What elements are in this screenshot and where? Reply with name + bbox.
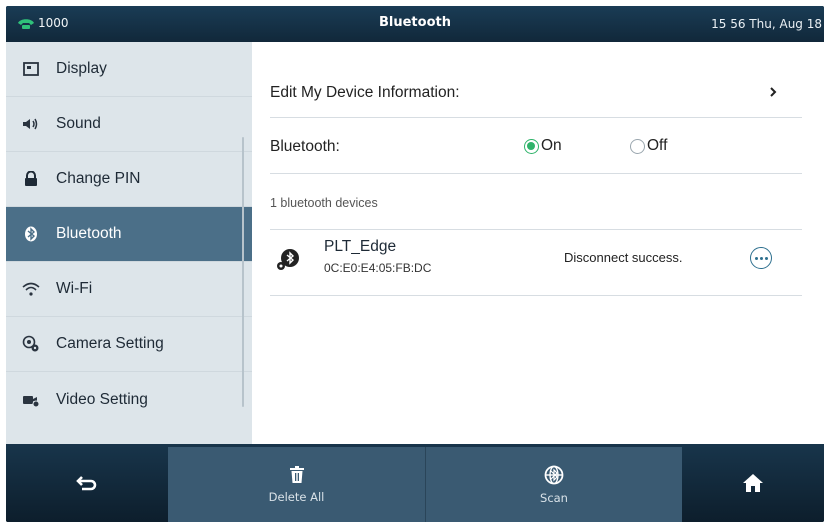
sidebar-item-bluetooth[interactable]: Bluetooth [6, 207, 252, 262]
speaker-icon [20, 113, 42, 135]
sidebar-item-label: Bluetooth [56, 225, 122, 242]
edit-device-info-label: Edit My Device Information: [270, 84, 460, 101]
more-dot [754, 256, 758, 260]
delete-all-button[interactable]: Delete All [168, 447, 425, 522]
sidebar-item-change-pin[interactable]: Change PIN [6, 152, 252, 207]
lock-icon [20, 168, 42, 190]
bluetooth-label: Bluetooth: [270, 138, 340, 155]
trash-icon [289, 465, 304, 483]
more-dot [759, 256, 763, 260]
device-row[interactable]: PLT_Edge 0C:E0:E4:05:FB:DC Disconnect su… [270, 230, 802, 296]
home-button[interactable] [682, 444, 824, 522]
back-arrow-icon [76, 476, 97, 491]
on-label: On [541, 137, 562, 154]
softkey-bar: Delete All Scan [6, 444, 824, 522]
sidebar-item-display[interactable]: Display [6, 42, 252, 97]
more-options-button[interactable] [750, 247, 772, 269]
sidebar-item-label: Change PIN [56, 170, 141, 187]
radio-indicator [524, 138, 539, 154]
sidebar-item-wifi[interactable]: Wi-Fi [6, 262, 252, 317]
off-label: Off [647, 137, 668, 154]
bluetooth-on-radio[interactable]: On [524, 137, 562, 155]
sidebar-scrollbar[interactable] [242, 137, 244, 407]
delete-all-label: Delete All [268, 489, 325, 504]
device-name: PLT_Edge [324, 238, 397, 255]
sidebar-item-label: Camera Setting [56, 335, 164, 352]
phone-screen: 1000 Bluetooth 15 56 Thu, Aug 18 Display… [6, 6, 824, 522]
camera-gear-icon [20, 333, 42, 355]
date-time: 15 56 Thu, Aug 18 [711, 17, 822, 31]
settings-sidebar: Display Sound Change PIN Bluetooth Wi-Fi [6, 42, 252, 444]
video-gear-icon [20, 389, 42, 411]
display-icon [20, 58, 42, 80]
page-title: Bluetooth [379, 15, 451, 30]
edit-device-info-row[interactable]: Edit My Device Information: [270, 42, 802, 118]
sidebar-item-label: Sound [56, 115, 101, 132]
wifi-icon [20, 278, 42, 300]
sidebar-item-sound[interactable]: Sound [6, 97, 252, 152]
home-icon [743, 474, 763, 492]
scan-globe-icon [544, 465, 564, 484]
scan-button[interactable]: Scan [426, 447, 682, 522]
bluetooth-headset-icon [277, 249, 299, 270]
sidebar-item-camera-setting[interactable]: Camera Setting [6, 317, 252, 372]
sidebar-item-label: Wi-Fi [56, 280, 93, 297]
bluetooth-off-radio[interactable]: Off [630, 137, 667, 155]
radio-indicator [630, 138, 645, 154]
sidebar-item-video-setting[interactable]: Video Setting [6, 372, 252, 427]
sidebar-item-label: Display [56, 60, 107, 77]
chevron-right-icon[interactable] [766, 84, 780, 100]
device-mac: 0C:E0:E4:05:FB:DC [324, 261, 432, 275]
bluetooth-settings-panel: Edit My Device Information: Bluetooth: O… [252, 42, 824, 444]
back-button[interactable] [6, 444, 168, 522]
status-bar: 1000 Bluetooth 15 56 Thu, Aug 18 [6, 6, 824, 42]
more-dot [764, 256, 768, 260]
device-status: Disconnect success. [564, 250, 683, 265]
device-count: 1 bluetooth devices [270, 196, 378, 210]
scan-label: Scan [540, 490, 568, 505]
device-count-row: 1 bluetooth devices [270, 174, 802, 230]
sidebar-item-label: Video Setting [56, 390, 148, 408]
bluetooth-toggle-row: Bluetooth: On Off [270, 118, 802, 174]
bluetooth-icon [20, 223, 42, 245]
